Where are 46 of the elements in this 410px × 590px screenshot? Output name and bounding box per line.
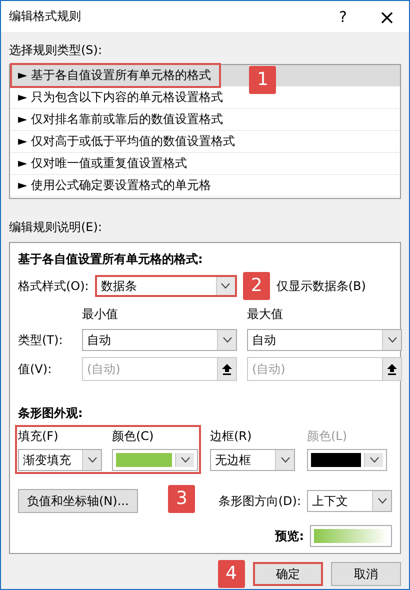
window-title: 编辑格式规则 <box>9 8 82 25</box>
chevron-down-icon[interactable] <box>221 283 230 289</box>
chevron-down-icon[interactable] <box>370 457 378 463</box>
callout-badge: 1 <box>249 66 276 94</box>
panel-heading: 基于各自值设置所有单元格的格式: <box>18 251 204 268</box>
checkbox-label[interactable]: 仅显示数据条(B) <box>276 278 366 294</box>
column-header: 最大值 <box>247 306 284 323</box>
chevron-down-icon[interactable] <box>280 457 290 463</box>
field-label: 颜色(L) <box>307 428 348 445</box>
format-style-dropdown[interactable]: 数据条 <box>94 275 237 297</box>
fill-dropdown[interactable]: 渐变填充 <box>18 449 102 471</box>
chevron-down-icon[interactable] <box>222 337 232 343</box>
chevron-down-icon[interactable] <box>88 457 96 463</box>
field-label: 类型(T): <box>18 332 64 348</box>
field-label: 条形图方向(D): <box>218 492 301 510</box>
max-type-dropdown[interactable]: 自动 <box>247 329 402 351</box>
dialog-button[interactable]: 取消 <box>331 562 401 586</box>
color-dropdown[interactable] <box>307 449 387 471</box>
arrow-up-icon[interactable] <box>222 364 232 374</box>
rule-type-item[interactable]: ► 使用公式确定要设置格式的单元格 <box>10 175 400 197</box>
min-type-dropdown[interactable]: 自动 <box>82 329 237 351</box>
rule-type-item[interactable]: ► 仅对唯一值或重复值设置格式 <box>10 153 400 175</box>
rule-type-item[interactable]: ► 仅对排名靠前或靠后的数值设置格式 <box>10 109 400 131</box>
field-label: 预览: <box>275 528 304 544</box>
dialog-button[interactable]: 确定 <box>253 562 323 586</box>
section-label: 编辑规则说明(E): <box>9 219 103 236</box>
chevron-down-icon[interactable] <box>378 498 386 504</box>
column-header: 最小值 <box>82 306 119 323</box>
close-button[interactable]: × <box>365 1 409 32</box>
arrow-up-icon[interactable] <box>387 364 397 374</box>
direction-dropdown[interactable]: 上下文 <box>307 490 392 512</box>
section-label: 选择规则类型(S): <box>9 42 104 59</box>
color-dropdown[interactable] <box>112 449 198 471</box>
chevron-down-icon[interactable] <box>180 457 190 463</box>
field-label: 格式样式(O): <box>18 278 89 294</box>
chevron-down-icon[interactable] <box>388 337 396 343</box>
rule-type-item[interactable]: ► 仅对高于或低于平均值的数值设置格式 <box>10 131 400 153</box>
negative-axis-button[interactable]: 负值和坐标轴(N)... <box>18 489 138 513</box>
help-button[interactable]: ? <box>321 1 365 32</box>
callout-badge: 2 <box>242 272 270 300</box>
field-label: 值(V): <box>18 360 53 378</box>
border-dropdown[interactable]: 无边框 <box>210 449 295 471</box>
panel-heading: 条形图外观: <box>18 405 84 422</box>
field-label: 边框(R) <box>210 428 253 445</box>
callout-badge: 4 <box>218 560 245 588</box>
callout-badge: 3 <box>168 485 196 513</box>
